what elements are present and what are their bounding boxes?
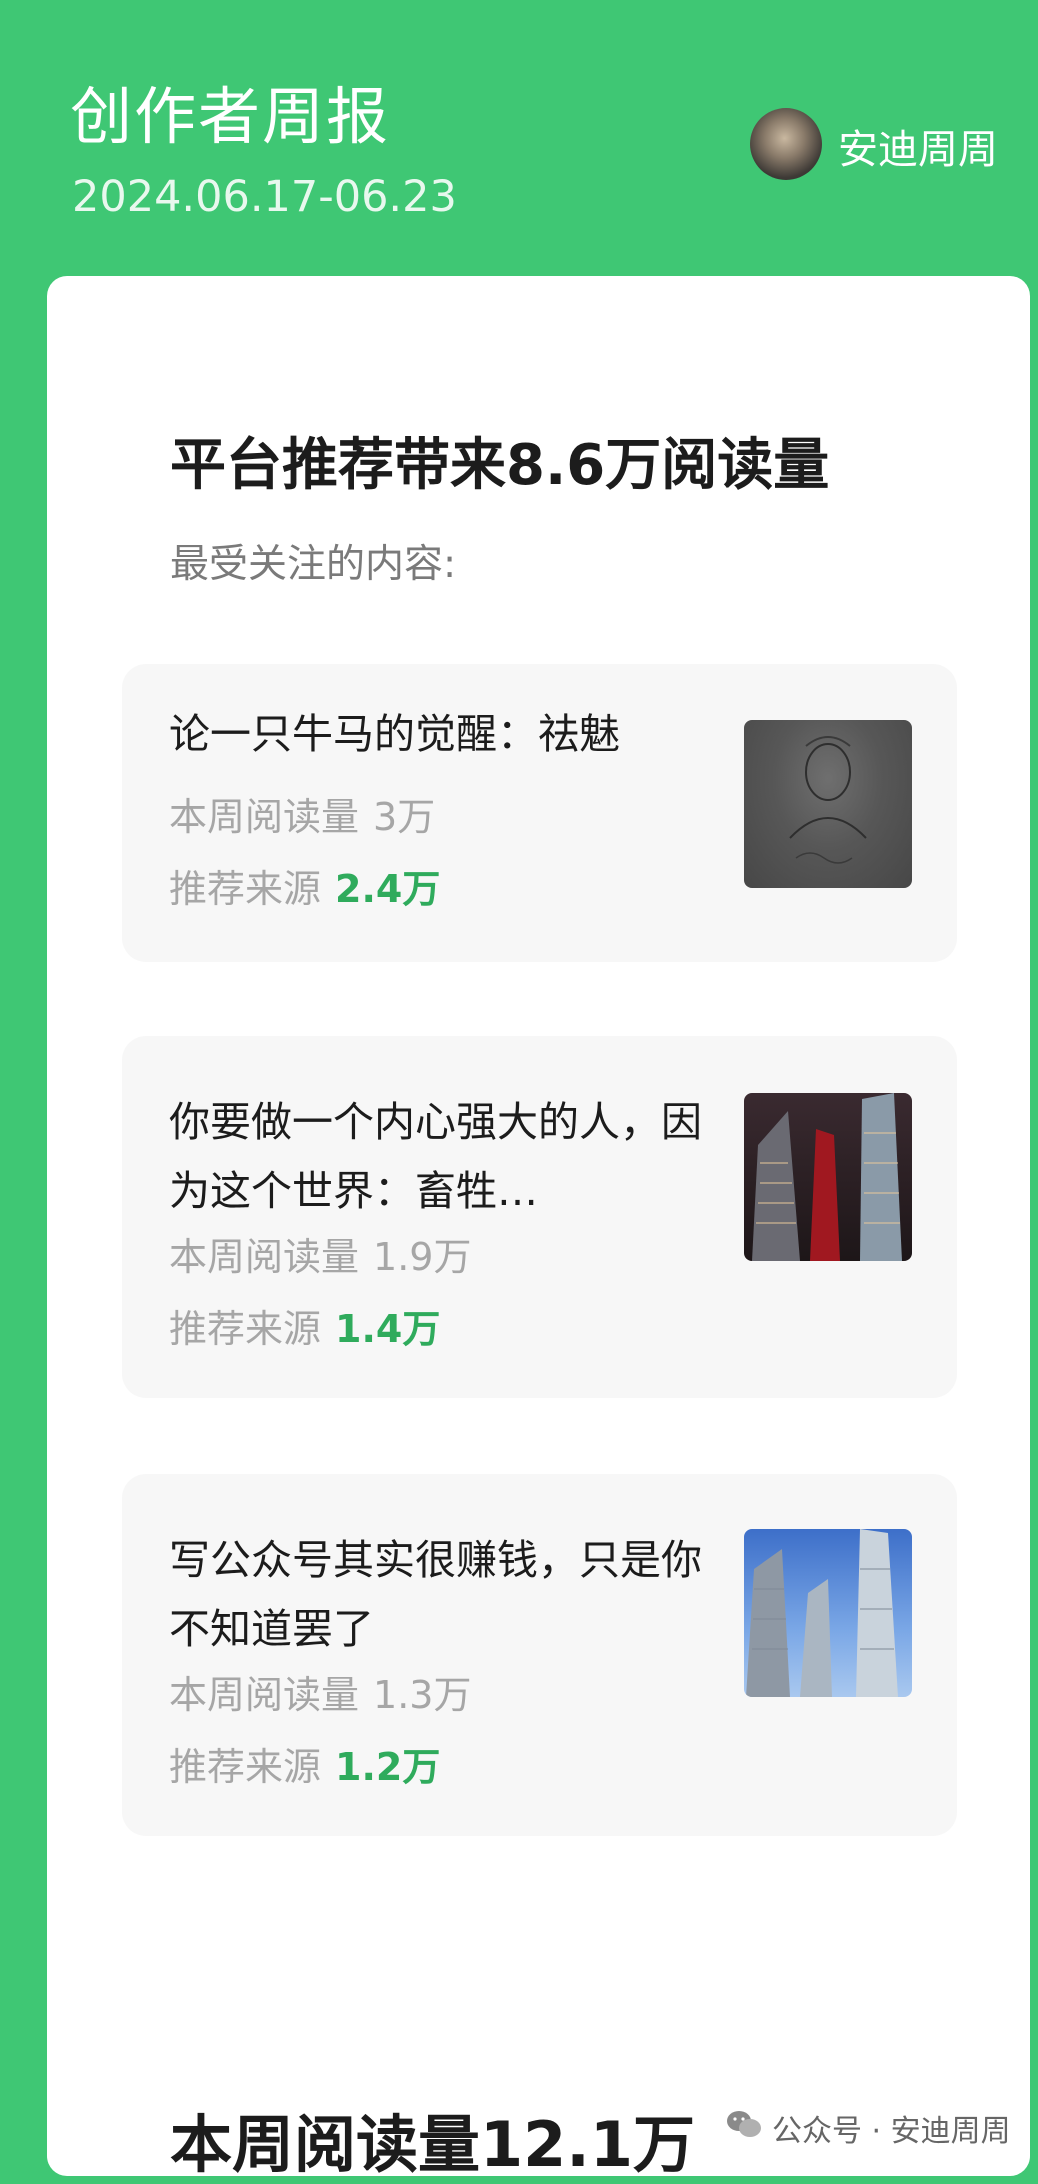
avatar[interactable] [750,108,822,180]
recommend-stat: 推荐来源 1.4万 [169,1298,440,1353]
article-thumbnail [744,720,912,888]
weekly-reads-value: 3万 [373,795,436,839]
article-card[interactable]: 论一只牛马的觉醒：祛魅 本周阅读量 3万 推荐来源 2.4万 [122,664,957,962]
weekly-reads-value: 1.9万 [373,1235,472,1279]
page-title: 创作者周报 [70,80,391,153]
skyscrapers-day-image [746,1529,898,1697]
skyscrapers-night-image [752,1093,902,1261]
article-title: 你要做一个内心强大的人，因为这个世界：畜牲… [169,1098,702,1215]
weekly-reads-label: 本周阅读量 [169,795,360,839]
weekly-reads-label: 本周阅读量 [169,1673,360,1717]
recommend-label: 推荐来源 [169,1307,322,1351]
watermark: 公众号 · 安迪周周 [726,2106,1011,2150]
user-name[interactable]: 安迪周周 [838,117,998,175]
recommend-stat: 推荐来源 2.4万 [169,858,440,913]
wechat-icon [726,2109,762,2147]
portrait-image [789,736,867,864]
article-title: 写公众号其实很赚钱，只是你不知道罢了 [169,1536,702,1653]
recommend-stat: 推荐来源 1.2万 [169,1736,440,1791]
weekly-reads-stat: 本周阅读量 1.3万 [169,1664,471,1719]
section-title: 平台推荐带来8.6万阅读量 [170,433,830,498]
article-card[interactable]: 你要做一个内心强大的人，因为这个世界：畜牲… 本周阅读量 1.9万 推荐来源 1.4… [122,1036,957,1398]
section-subtitle: 最受关注的内容: [170,542,457,587]
weekly-reads-value: 1.3万 [373,1673,472,1717]
next-section-title: 本周阅读量12.1万 [170,2108,695,2181]
recommend-label: 推荐来源 [169,1745,322,1789]
recommend-value: 1.2万 [335,1745,441,1789]
article-thumbnail [744,1529,912,1697]
recommend-value: 1.4万 [335,1307,441,1351]
article-card[interactable]: 写公众号其实很赚钱，只是你不知道罢了 本周阅读量 1.3万 推荐来源 1.2万 [122,1474,957,1836]
article-thumbnail [744,1093,912,1261]
weekly-reads-label: 本周阅读量 [169,1235,360,1279]
weekly-reads-stat: 本周阅读量 1.9万 [169,1226,471,1281]
recommend-label: 推荐来源 [169,867,322,911]
weekly-reads-stat: 本周阅读量 3万 [169,786,435,841]
date-range: 2024.06.17-06.23 [72,172,457,222]
watermark-text: 公众号 · 安迪周周 [772,2114,1011,2149]
recommend-value: 2.4万 [335,867,441,911]
article-title: 论一只牛马的觉醒：祛魅 [169,710,620,758]
